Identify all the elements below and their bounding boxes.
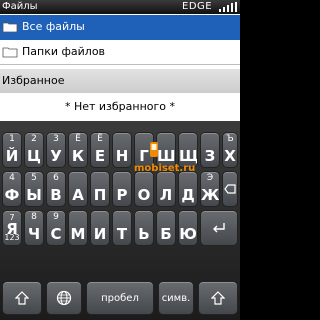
folder-icon [2,22,18,33]
symbols-key[interactable]: симв. [158,281,194,315]
key-label: О [137,186,151,204]
key-2[interactable]: 2Ц [24,132,44,168]
key-label: У [50,147,62,165]
shift-right-key[interactable] [198,281,238,315]
key-label: Ю [179,225,197,243]
key-alt-label: Ъ [226,134,234,144]
folder-icon [2,47,18,58]
globe-icon [56,290,72,306]
key-alt-label: Ё [75,134,81,144]
key-label: П [93,186,107,204]
section-header-label: Избранное [2,74,65,87]
key-ya[interactable]: 7 Я 123 [2,210,22,246]
key-b[interactable]: Б [156,210,176,246]
key-m[interactable]: М [68,210,88,246]
key-soft-sign[interactable]: Ь [134,210,154,246]
key-4[interactable]: ЁК [68,132,88,168]
key-alt-label: 2 [31,134,37,144]
key-3[interactable]: 3У [46,132,66,168]
key-label: Ф [4,186,20,204]
space-key-label: пробел [101,293,139,304]
key-alt-label: 3 [53,134,59,144]
virtual-keyboard: 1Й 2Ц 3У ЁК ËЕ Н Г Ш Щ З ЪХ 4Ф 5Ы 6В А П… [0,121,240,320]
key-label: Ч [27,225,41,243]
key-label: А [72,186,84,204]
list-item-all-files[interactable]: Все файлы [0,15,240,40]
key-yu[interactable]: Ю [178,210,198,246]
key-zh[interactable]: ЭЖ [200,171,220,207]
key-alt-label: Ë [97,134,103,144]
list-item-label: Все файлы [22,20,85,33]
key-label: Р [116,186,128,204]
key-label: Ц [27,147,41,165]
key-p[interactable]: П [90,171,110,207]
key-alt-label: 9 [53,212,59,222]
key-label: К [71,147,85,165]
section-header-favorites: Избранное [0,69,240,93]
key-11[interactable]: ЪХ [222,132,238,168]
key-label: Х [224,147,236,165]
key-label: Л [159,186,173,204]
key-label: Ж [201,186,220,204]
key-alt-label: 5 [31,173,37,183]
key-f[interactable]: 4Ф [2,171,22,207]
key-10[interactable]: З [200,132,220,168]
key-label: Б [160,225,172,243]
key-label: Е [94,147,106,165]
key-label: В [50,186,62,204]
enter-key[interactable] [200,210,238,246]
key-ch[interactable]: 8Ч [24,210,44,246]
key-label: Й [5,147,19,165]
key-num-label: 123 [4,233,20,242]
watermark-text: mobiset.ru [134,163,196,174]
key-alt-label: 8 [31,212,37,222]
watermark: mobiset.ru [122,141,195,177]
key-y[interactable]: 5Ы [24,171,44,207]
app-title: Файлы [2,1,38,12]
key-label: Д [181,186,195,204]
signal-strength-icon [219,2,237,12]
key-label: Т [116,225,128,243]
space-key[interactable]: пробел [86,281,154,315]
key-label: З [204,147,216,165]
list-item-file-folders[interactable]: Папки файлов [0,40,240,65]
shift-icon [211,291,225,305]
language-key[interactable] [46,281,82,315]
key-s[interactable]: 9С [46,210,66,246]
key-t[interactable]: Т [112,210,132,246]
key-5[interactable]: ËЕ [90,132,110,168]
key-alt-label: 4 [9,173,15,183]
list-item-label: Папки файлов [22,45,106,58]
empty-favorites-message: * Нет избранного * [64,100,176,113]
shift-icon [15,291,29,305]
key-v[interactable]: 6В [46,171,66,207]
symbols-key-label: симв. [161,293,191,304]
key-1[interactable]: 1Й [2,132,22,168]
network-label: EDGE [182,1,213,12]
key-a[interactable]: А [68,171,88,207]
backspace-icon [224,184,236,194]
key-label: М [70,225,86,243]
shift-left-key[interactable] [2,281,42,315]
key-label: Ь [138,225,150,243]
enter-icon [213,223,225,233]
key-label: И [93,225,107,243]
status-bar: Файлы EDGE [0,0,240,14]
key-label: С [50,225,62,243]
key-i[interactable]: И [90,210,110,246]
key-alt-label: Э [206,173,214,183]
key-alt-label: 6 [53,173,59,183]
file-list: Все файлы Папки файлов Избранное * Нет и… [0,14,240,121]
mobile-phone-logo-icon [150,142,158,157]
backspace-key[interactable] [222,171,238,207]
key-label: Ы [26,186,42,204]
key-alt-label: 1 [9,134,15,144]
